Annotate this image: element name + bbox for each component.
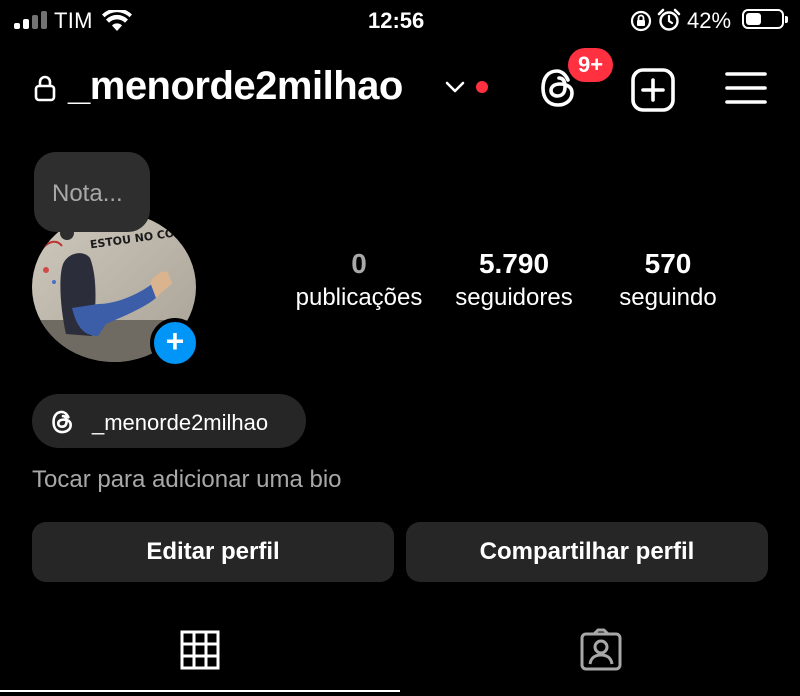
battery-icon (742, 9, 788, 29)
note-placeholder: Nota... (52, 180, 123, 207)
note-tail (60, 226, 74, 240)
carrier-label: TIM (54, 8, 93, 33)
battery-percent: 42% (687, 8, 732, 33)
profile-username[interactable]: _menorde2milhao (68, 64, 403, 109)
chevron-down-icon[interactable] (444, 80, 466, 94)
following-count: 570 (644, 248, 692, 279)
posts-count: 0 (351, 248, 367, 279)
followers-stat[interactable]: 5.790 seguidores (440, 248, 588, 312)
menu-icon[interactable] (724, 70, 768, 106)
active-tab-indicator (0, 690, 400, 692)
followers-count: 5.790 (478, 248, 550, 279)
posts-label: publicações (295, 284, 423, 311)
following-stat[interactable]: 570 seguindo (598, 248, 738, 312)
account-switch-dot (476, 81, 488, 93)
following-label: seguindo (619, 284, 717, 311)
clock: 12:56 (368, 8, 425, 33)
bio-placeholder[interactable]: Tocar para adicionar uma bio (32, 466, 342, 494)
threads-small-icon (52, 410, 72, 434)
posts-stat[interactable]: 0 publicações (289, 248, 429, 312)
edit-profile-button[interactable]: Editar perfil (32, 522, 394, 582)
grid-icon[interactable] (180, 630, 220, 670)
followers-label: seguidores (455, 284, 573, 311)
alarm-icon (657, 8, 681, 31)
add-story-button[interactable]: + (150, 318, 200, 368)
create-post-icon[interactable] (630, 68, 676, 112)
lock-icon (34, 75, 56, 102)
wifi-icon (102, 10, 132, 31)
threads-notification-badge: 9+ (568, 48, 614, 82)
tagged-icon[interactable] (579, 628, 623, 672)
orientation-lock-icon (630, 10, 652, 32)
share-profile-button[interactable]: Compartilhar perfil (406, 522, 768, 582)
threads-link-label: _menorde2milhao (92, 410, 269, 435)
signal-icon (14, 11, 48, 29)
